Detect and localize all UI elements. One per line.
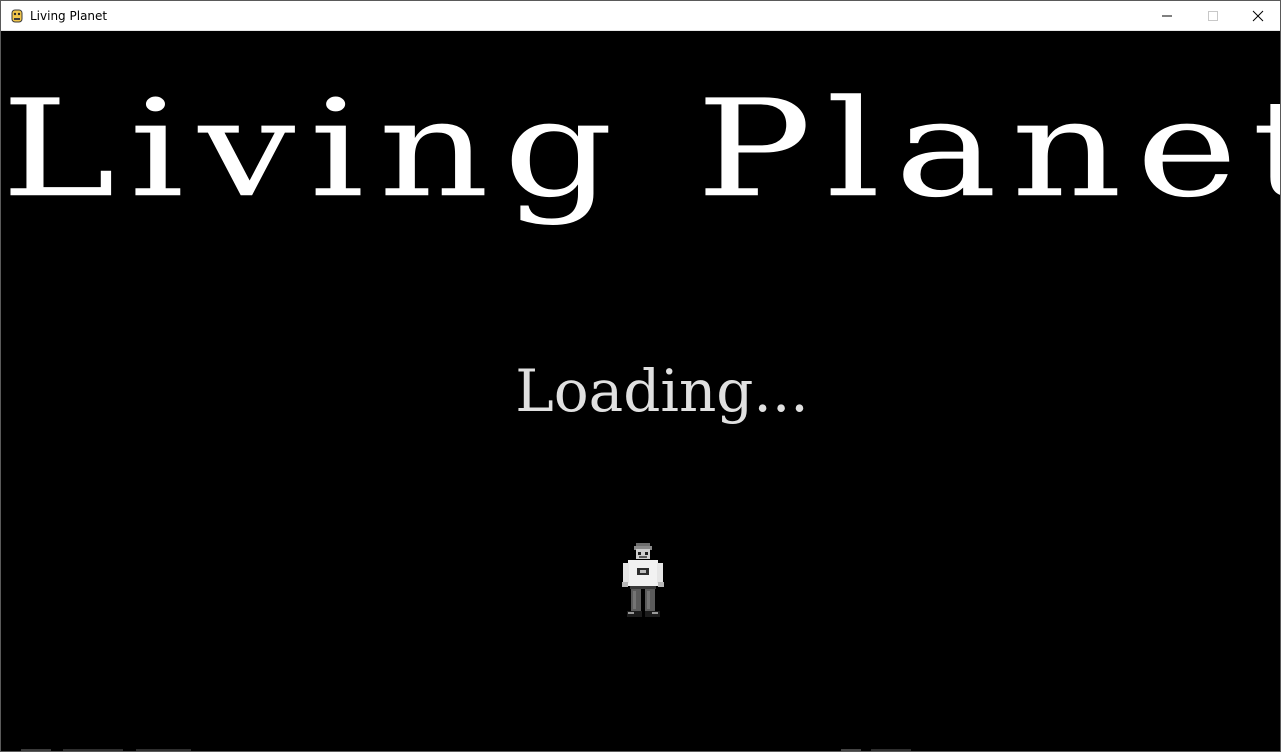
game-canvas[interactable]: Living Planet Loading... <box>1 31 1280 751</box>
pygame-snake-icon <box>11 9 23 23</box>
window-title: Living Planet <box>30 9 108 23</box>
taskbar-edge <box>21 749 911 751</box>
close-button[interactable] <box>1235 1 1280 31</box>
player-character-sprite <box>622 543 664 617</box>
maximize-button[interactable] <box>1190 1 1236 31</box>
minimize-icon <box>1162 15 1172 17</box>
loading-status: Loading... <box>515 357 809 425</box>
game-window: Living Planet Living Planet Loading... <box>0 0 1281 752</box>
maximize-icon <box>1208 11 1218 21</box>
close-icon <box>1252 10 1264 22</box>
title-bar[interactable]: Living Planet <box>1 1 1280 31</box>
minimize-button[interactable] <box>1144 1 1190 31</box>
game-title: Living Planet <box>1 70 1281 228</box>
